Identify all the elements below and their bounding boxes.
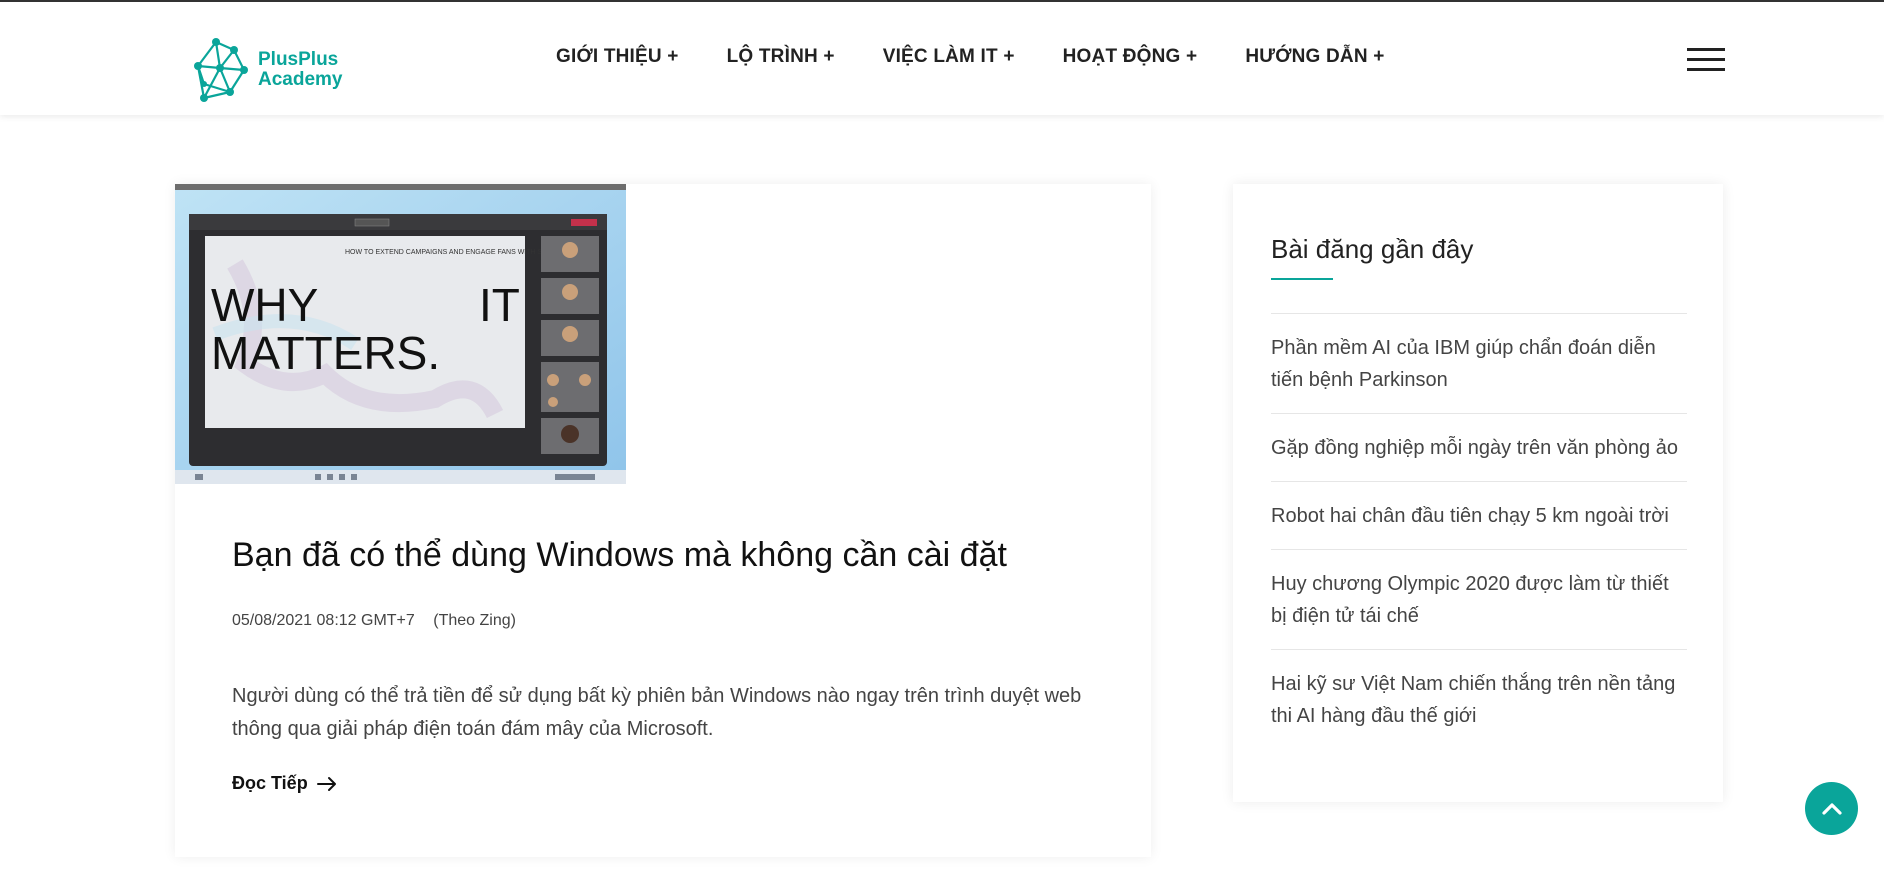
hamburger-bar: [1687, 48, 1725, 51]
brand-line-2: Academy: [258, 69, 343, 90]
network-logo-icon: [194, 38, 248, 102]
post-source: (Theo Zing): [433, 612, 516, 629]
read-more-link[interactable]: Đọc Tiếp: [232, 773, 338, 794]
widget-title: Bài đăng gần đây: [1271, 234, 1474, 264]
post-card: HOW TO EXTEND CAMPAIGNS AND ENGAGE FANS …: [175, 184, 1151, 857]
brand-name: PlusPlus Academy: [258, 50, 343, 90]
site-logo[interactable]: PlusPlus Academy: [190, 34, 350, 106]
post-thumbnail[interactable]: HOW TO EXTEND CAMPAIGNS AND ENGAGE FANS …: [175, 184, 626, 484]
nav-gioi-thieu[interactable]: GIỚI THIỆU +: [556, 46, 679, 68]
site-header: PlusPlus Academy GIỚI THIỆU + LỘ TRÌNH +…: [0, 2, 1884, 115]
video-call-screenshot-image: HOW TO EXTEND CAMPAIGNS AND ENGAGE FANS …: [175, 184, 626, 484]
slide-line-2: MATTERS.: [211, 327, 440, 379]
post-title[interactable]: Bạn đã có thể dùng Windows mà không cần …: [232, 536, 1007, 575]
title-underline: [1271, 278, 1333, 280]
nav-hoat-dong[interactable]: HOẠT ĐỘNG +: [1063, 46, 1198, 68]
hamburger-icon[interactable]: [1687, 48, 1725, 74]
hamburger-bar: [1687, 68, 1725, 71]
slide-line-1: WHY: [211, 279, 318, 331]
main-nav: GIỚI THIỆU + LỘ TRÌNH + VIỆC LÀM IT + HO…: [556, 46, 1433, 68]
brand-line-1: PlusPlus: [258, 49, 339, 70]
recent-post-link[interactable]: Phần mềm AI của IBM giúp chẩn đoán diễn …: [1271, 313, 1687, 413]
slide-line-1b: IT: [479, 279, 520, 331]
arrow-right-icon: [316, 776, 336, 791]
chevron-up-icon: [1821, 802, 1842, 815]
nav-lo-trinh[interactable]: LỘ TRÌNH +: [727, 46, 835, 68]
post-excerpt: Người dùng có thể trả tiền để sử dụng bấ…: [232, 685, 1082, 740]
post-meta: 05/08/2021 08:12 GMT+7 (Theo Zing): [232, 612, 516, 630]
recent-posts-widget: Bài đăng gần đây Phần mềm AI của IBM giú…: [1233, 184, 1723, 802]
recent-post-link[interactable]: Gặp đồng nghiệp mỗi ngày trên văn phòng …: [1271, 413, 1687, 481]
hamburger-bar: [1687, 58, 1725, 61]
recent-post-link[interactable]: Robot hai chân đầu tiên chạy 5 km ngoài …: [1271, 481, 1687, 549]
post-date: 05/08/2021 08:12 GMT+7: [232, 612, 415, 629]
nav-viec-lam-it[interactable]: VIỆC LÀM IT +: [883, 46, 1015, 68]
scroll-to-top-button[interactable]: [1805, 782, 1858, 835]
recent-post-link[interactable]: Hai kỹ sư Việt Nam chiến thắng trên nền …: [1271, 649, 1687, 749]
recent-post-link[interactable]: Huy chương Olympic 2020 được làm từ thiế…: [1271, 549, 1687, 649]
nav-huong-dan[interactable]: HƯỚNG DẪN +: [1245, 46, 1384, 68]
read-more-label: Đọc Tiếp: [232, 773, 308, 793]
recent-posts-list: Phần mềm AI của IBM giúp chẩn đoán diễn …: [1271, 313, 1687, 749]
